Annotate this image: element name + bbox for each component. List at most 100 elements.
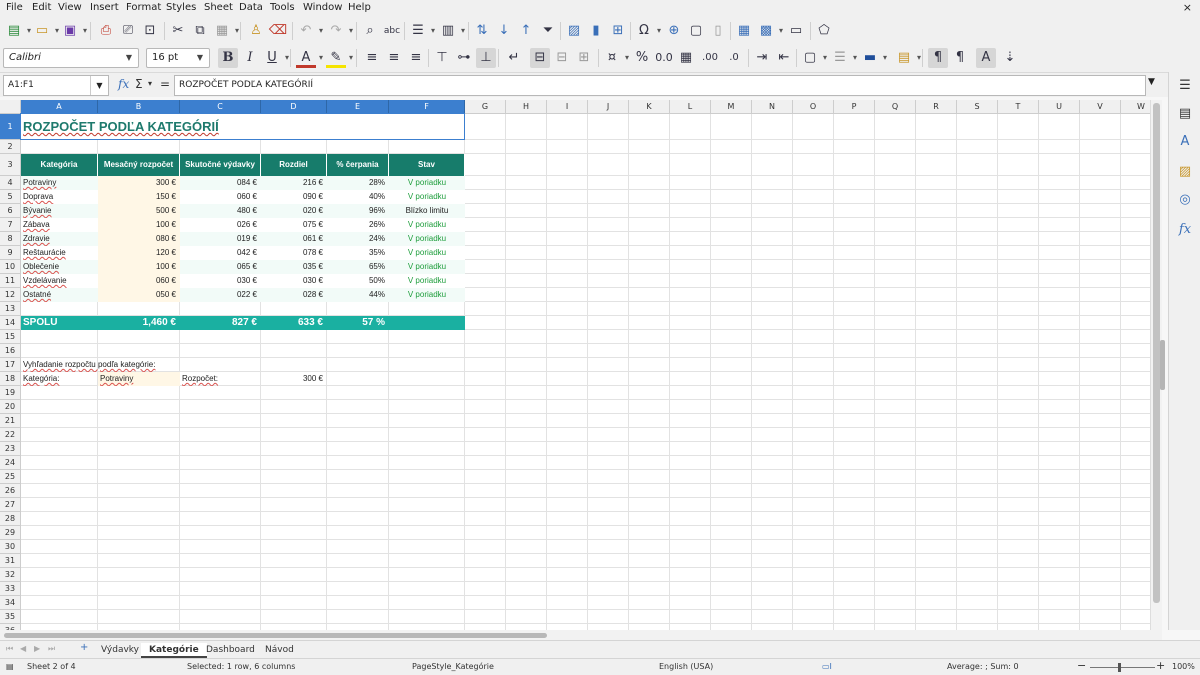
difference-cell[interactable]: 028 €: [261, 288, 327, 302]
date-format-icon[interactable]: ▦: [676, 48, 696, 68]
lookup-category-label[interactable]: Kategória:: [21, 372, 98, 386]
border-style-icon[interactable]: ☰: [830, 48, 857, 68]
spelling-icon[interactable]: abc: [382, 21, 402, 41]
row-header[interactable]: 4: [0, 176, 21, 190]
total-difference[interactable]: 633 €: [261, 316, 327, 330]
zoom-slider-knob[interactable]: [1118, 663, 1121, 672]
selection-mode-icon[interactable]: ▭I: [822, 659, 832, 675]
functions-icon[interactable]: fx: [1175, 220, 1195, 240]
row-header[interactable]: 31: [0, 554, 21, 568]
row-header[interactable]: 11: [0, 274, 21, 288]
status-cell[interactable]: V poriadku: [389, 274, 465, 288]
close-document-icon[interactable]: ×: [1183, 1, 1192, 14]
add-decimal-icon[interactable]: .00: [700, 48, 720, 68]
actual-cell[interactable]: 060 €: [180, 190, 261, 204]
percent-cell[interactable]: 50%: [327, 274, 389, 288]
status-cell[interactable]: V poriadku: [389, 218, 465, 232]
vertical-scroll-thumb[interactable]: [1153, 103, 1160, 603]
row-header[interactable]: 13: [0, 302, 21, 316]
column-header[interactable]: L: [670, 100, 711, 114]
redo-icon[interactable]: ↷: [326, 21, 353, 41]
row-header[interactable]: 2: [0, 140, 21, 154]
tab-dashboard[interactable]: Dashboard: [198, 643, 263, 658]
row-header[interactable]: 15: [0, 330, 21, 344]
difference-cell[interactable]: 030 €: [261, 274, 327, 288]
sidebar-collapse-handle[interactable]: [1160, 340, 1165, 390]
row-header[interactable]: 16: [0, 344, 21, 358]
budget-cell[interactable]: 060 €: [98, 274, 180, 288]
bold-button[interactable]: B: [218, 48, 238, 68]
menu-edit[interactable]: Edit: [32, 2, 51, 13]
row-header[interactable]: 34: [0, 596, 21, 610]
menu-tools[interactable]: Tools: [270, 2, 295, 13]
border-color-icon[interactable]: ▬: [860, 48, 887, 68]
row-header[interactable]: 20: [0, 400, 21, 414]
total-status[interactable]: [389, 316, 465, 330]
row-header[interactable]: 5: [0, 190, 21, 204]
formula-input[interactable]: ROZPOČET PODĽA KATEGÓRIÍ: [174, 75, 1146, 96]
difference-cell[interactable]: 216 €: [261, 176, 327, 190]
budget-cell[interactable]: 300 €: [98, 176, 180, 190]
row-icon[interactable]: ☰: [408, 21, 435, 41]
text-horizontal-icon[interactable]: A: [976, 48, 996, 68]
row-header[interactable]: 23: [0, 442, 21, 456]
percent-cell[interactable]: 40%: [327, 190, 389, 204]
column-header[interactable]: M: [711, 100, 752, 114]
column-header[interactable]: O: [793, 100, 834, 114]
budget-cell[interactable]: 080 €: [98, 232, 180, 246]
column-header[interactable]: I: [547, 100, 588, 114]
expand-formula-bar-icon[interactable]: ▼: [1148, 77, 1155, 87]
previous-sheet-icon[interactable]: ◀: [20, 644, 26, 653]
insert-image-icon[interactable]: ▨: [564, 21, 584, 41]
column-header[interactable]: P: [834, 100, 875, 114]
table-header-cell[interactable]: Kategória: [21, 154, 98, 176]
column-header[interactable]: Q: [875, 100, 916, 114]
category-cell[interactable]: Bývanie: [21, 204, 98, 218]
row-header[interactable]: 25: [0, 470, 21, 484]
zoom-level[interactable]: 100%: [1172, 659, 1195, 675]
chevron-down-icon[interactable]: ▼: [90, 76, 108, 95]
wrap-text-icon[interactable]: ↵: [504, 48, 524, 68]
table-header-cell[interactable]: Rozdiel: [261, 154, 327, 176]
total-actual[interactable]: 827 €: [180, 316, 261, 330]
sheet-title[interactable]: ROZPOČET PODĽA KATEGÓRIÍ: [21, 114, 465, 140]
number-format-icon[interactable]: 0.0: [654, 48, 674, 68]
row-header[interactable]: 3: [0, 154, 21, 176]
category-cell[interactable]: Doprava: [21, 190, 98, 204]
status-cell[interactable]: V poriadku: [389, 260, 465, 274]
budget-cell[interactable]: 050 €: [98, 288, 180, 302]
column-header[interactable]: H: [506, 100, 547, 114]
percent-cell[interactable]: 96%: [327, 204, 389, 218]
budget-cell[interactable]: 120 €: [98, 246, 180, 260]
pivot-table-icon[interactable]: ⊞: [608, 21, 628, 41]
autofilter-icon[interactable]: ⏷: [538, 21, 558, 41]
freeze-rows-columns-icon[interactable]: ▩: [756, 21, 783, 41]
status-cell[interactable]: V poriadku: [389, 176, 465, 190]
row-header[interactable]: 35: [0, 610, 21, 624]
hyperlink-icon[interactable]: ⊕: [664, 21, 684, 41]
actual-cell[interactable]: 084 €: [180, 176, 261, 190]
define-print-area-icon[interactable]: ▦: [734, 21, 754, 41]
text-direction-rtl-icon[interactable]: ¶: [950, 48, 970, 68]
menu-insert[interactable]: Insert: [90, 2, 119, 13]
print-preview-icon[interactable]: ⊡: [140, 21, 160, 41]
difference-cell[interactable]: 090 €: [261, 190, 327, 204]
row-header[interactable]: 18: [0, 372, 21, 386]
difference-cell[interactable]: 078 €: [261, 246, 327, 260]
align-top-icon[interactable]: ⊤: [432, 48, 452, 68]
currency-format-icon[interactable]: ¤: [602, 48, 629, 68]
actual-cell[interactable]: 042 €: [180, 246, 261, 260]
formula-equals-icon[interactable]: =: [160, 77, 170, 91]
underline-button[interactable]: U: [262, 48, 289, 68]
actual-cell[interactable]: 030 €: [180, 274, 261, 288]
actual-cell[interactable]: 022 €: [180, 288, 261, 302]
percent-cell[interactable]: 44%: [327, 288, 389, 302]
first-sheet-icon[interactable]: ⏮: [6, 644, 13, 654]
lookup-title[interactable]: Vyhľadanie rozpočtu podľa kategórie:: [21, 358, 261, 372]
lookup-category-input[interactable]: Potraviny: [98, 372, 180, 386]
page-style[interactable]: PageStyle_Kategórie: [412, 659, 494, 675]
menu-format[interactable]: Format: [126, 2, 161, 13]
menu-styles[interactable]: Styles: [166, 2, 196, 13]
row-header[interactable]: 9: [0, 246, 21, 260]
add-sheet-icon[interactable]: +: [80, 642, 88, 653]
